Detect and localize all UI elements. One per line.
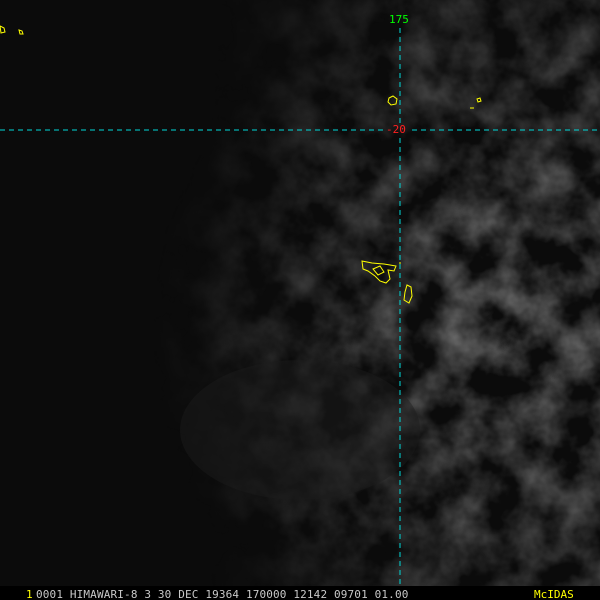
satellite-image-viewer: 175 -20 1 0001 HIMAWARI-8 3 30 DEC 19364… [0,0,600,600]
haze-patch [180,360,420,500]
software-label: McIDAS [534,588,574,600]
latitude-label: -20 [386,123,406,136]
longitude-label: 175 [389,13,409,26]
satellite-image [0,0,600,600]
frame-number: 1 [26,588,33,600]
status-text: 0001 HIMAWARI-8 3 30 DEC 19364 170000 12… [36,588,409,600]
